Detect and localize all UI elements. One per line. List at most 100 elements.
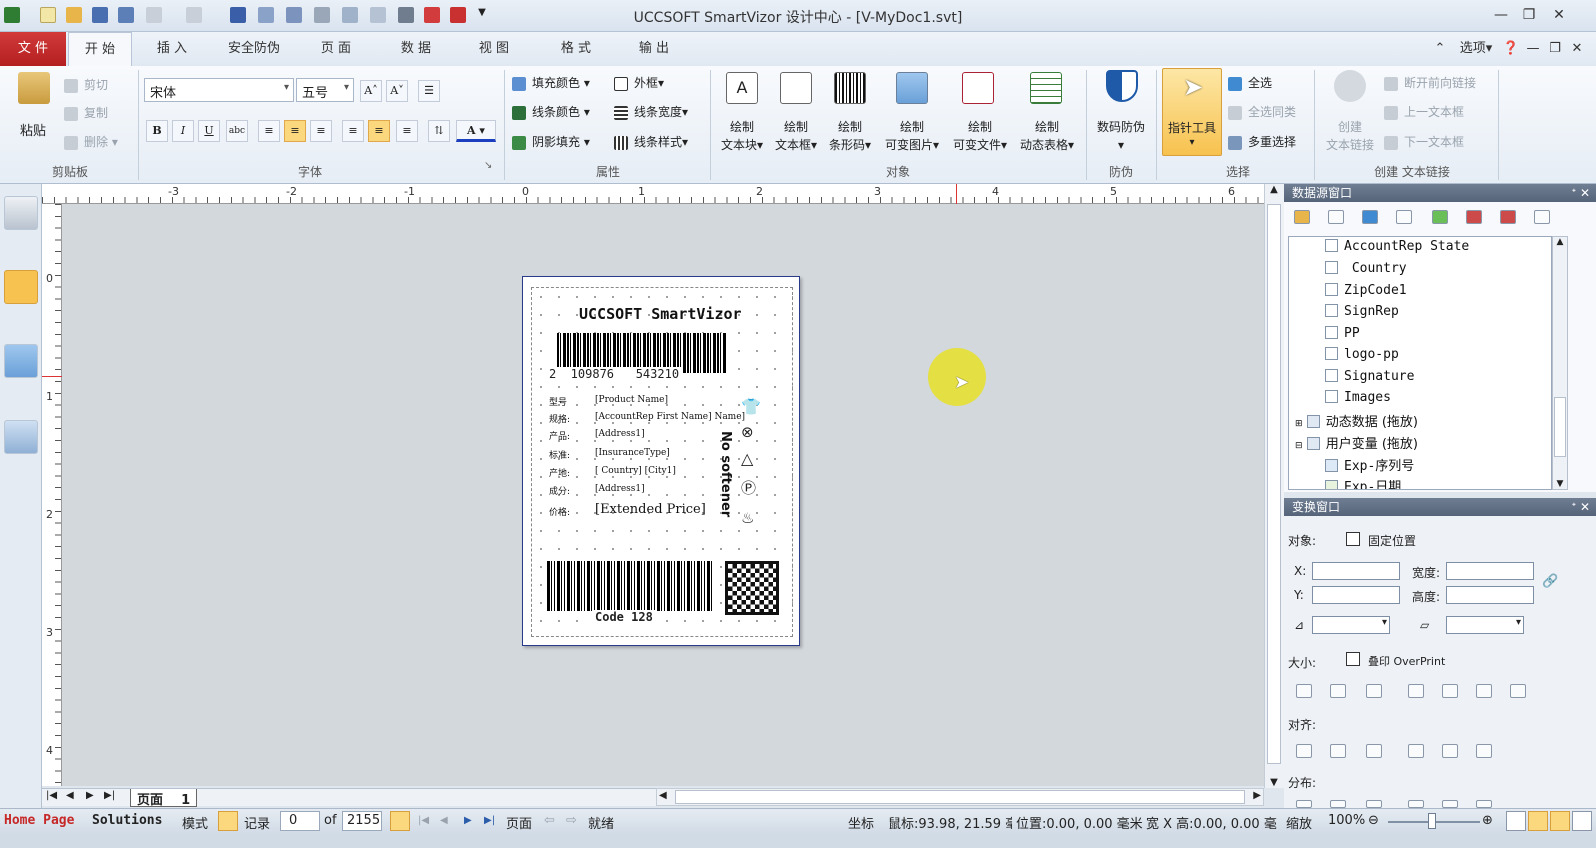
tree-item[interactable]: Exp-日期 [1325, 476, 1401, 489]
label-title[interactable]: UCCSOFT SmartVizor [579, 305, 742, 323]
tree-item[interactable]: PP [1325, 326, 1360, 341]
collapse-icon[interactable]: ⊟ [1295, 441, 1303, 451]
resize-width-icon[interactable] [1330, 684, 1346, 698]
resize-height-icon[interactable] [1366, 684, 1382, 698]
scroll-right-icon[interactable]: ▶ [1253, 790, 1261, 801]
field-value[interactable]: [ Country] [City1] [595, 466, 676, 476]
field-value[interactable]: [Address1] [595, 484, 645, 494]
field-value[interactable]: [InsuranceType] [595, 448, 670, 458]
line-style-button[interactable]: 线条样式▾ [614, 133, 688, 150]
align-vcenter-icon[interactable] [1442, 744, 1458, 758]
draw-file-button[interactable]: 绘制 可变文件▾ [946, 118, 1014, 154]
chart-icon[interactable] [1534, 210, 1550, 224]
valign-top-button[interactable]: ≡ [342, 120, 364, 142]
distribute-right-icon[interactable] [1366, 800, 1382, 808]
image-icon[interactable] [896, 72, 928, 104]
last-page-icon[interactable]: ▶| [104, 790, 115, 801]
options-menu[interactable]: 选项▾ [1452, 32, 1500, 66]
datasource-tree[interactable]: AccountRep State Country ZipCode1 SignRe… [1288, 236, 1552, 490]
distribute-left-icon[interactable] [1296, 800, 1312, 808]
draw-barcode-button[interactable]: 绘制 条形码▾ [824, 118, 876, 154]
pointer-tool-button[interactable]: ➤ 指针工具 ▾ [1162, 68, 1222, 156]
vertical-text[interactable]: No softener [717, 431, 733, 517]
line-spacing-button[interactable]: ⇅ [428, 120, 450, 142]
shadow-fill-button[interactable]: 阴影填充 ▾ [512, 133, 590, 150]
tab-data[interactable]: 数 据 [384, 32, 448, 66]
fill-color-button[interactable]: 填充颜色 ▾ [512, 74, 590, 91]
printer-icon[interactable] [4, 196, 38, 230]
strikethrough-button[interactable]: abc [226, 120, 248, 142]
tab-file[interactable]: 文 件 [0, 32, 66, 66]
line-color-button[interactable]: 线条颜色 ▾ [512, 103, 590, 120]
align-right-icon[interactable] [1366, 744, 1382, 758]
y-input[interactable] [1312, 586, 1400, 604]
homepage-link[interactable]: Home Page [4, 813, 74, 828]
file-icon[interactable] [962, 72, 994, 104]
textblock-icon[interactable]: A [726, 72, 758, 104]
next-record-icon[interactable]: ▶ [464, 815, 472, 826]
distribute-middle-icon[interactable] [1442, 800, 1458, 808]
sort-icon[interactable] [1396, 210, 1412, 224]
prev-textbox-button[interactable]: 上一文本框 [1384, 103, 1464, 120]
tree-item[interactable]: logo-pp [1325, 347, 1399, 362]
font-family-select[interactable]: 宋体 [144, 78, 294, 102]
filter-icon[interactable] [1362, 210, 1378, 224]
align-right-button[interactable]: ≡ [310, 120, 332, 142]
lock-ratio-icon[interactable]: 🔗 [1542, 574, 1558, 589]
multi-select-button[interactable]: 多重选择 [1228, 133, 1296, 150]
distribute-top-icon[interactable] [1408, 800, 1424, 808]
view-grid-icon[interactable] [1550, 811, 1570, 831]
view-ruler-icon[interactable] [1528, 811, 1548, 831]
scroll-thumb[interactable] [1554, 397, 1566, 457]
distribute-bottom-icon[interactable] [1476, 800, 1492, 808]
tree-item[interactable]: Exp-序列号 [1325, 455, 1414, 474]
first-record-icon[interactable]: |◀ [418, 815, 429, 826]
link-icon[interactable] [1334, 70, 1366, 102]
draw-textblock-button[interactable]: 绘制 文本块▾ [716, 118, 768, 154]
paste-button[interactable]: 粘贴 [20, 120, 46, 139]
equal-height-icon[interactable] [1510, 684, 1526, 698]
database-icon[interactable] [1294, 210, 1310, 224]
remove-field-icon[interactable] [1500, 210, 1516, 224]
table-icon[interactable] [1030, 72, 1062, 104]
tab-page[interactable]: 页 面 [304, 32, 368, 66]
align-left-button[interactable]: ≡ [258, 120, 280, 142]
cut-button[interactable]: 剪切 [64, 76, 108, 93]
align-top-icon[interactable] [1408, 744, 1424, 758]
scroll-thumb[interactable] [1267, 204, 1281, 764]
tree-item[interactable]: Signature [1325, 369, 1414, 384]
minimize-button[interactable]: — [1490, 5, 1512, 25]
page-mode-icon[interactable] [390, 811, 410, 831]
solutions-link[interactable]: Solutions [92, 813, 162, 828]
help-icon[interactable]: ❓ [1500, 32, 1522, 66]
space-h-icon[interactable] [1408, 684, 1424, 698]
scroll-up-icon[interactable]: ▲ [1553, 237, 1567, 247]
field-value[interactable]: [Address1] [595, 429, 645, 439]
list-button[interactable]: ☰ [418, 80, 440, 102]
align-bottom-icon[interactable] [1476, 744, 1492, 758]
draw-image-button[interactable]: 绘制 可变图片▾ [878, 118, 946, 154]
shrink-font-button[interactable]: A˅ [386, 80, 408, 102]
tab-output[interactable]: 输 出 [622, 32, 686, 66]
align-center-button[interactable]: ≡ [284, 120, 306, 142]
delete-button[interactable]: 删除 ▾ [64, 133, 118, 150]
ribbon-minimize-icon[interactable]: — [1522, 32, 1544, 66]
tree-item[interactable]: AccountRep State [1325, 239, 1469, 254]
grow-font-button[interactable]: A˄ [360, 80, 382, 102]
tree-node-dynamic[interactable]: ⊞ 动态数据 (拖放) [1295, 411, 1418, 430]
italic-button[interactable]: I [172, 120, 194, 142]
rotation-select[interactable]: ▾ [1312, 616, 1390, 634]
view-normal-icon[interactable] [1506, 811, 1526, 831]
valign-middle-button[interactable]: ≡ [368, 120, 390, 142]
last-record-icon[interactable]: ▶| [484, 815, 495, 826]
underline-button[interactable]: U [198, 120, 220, 142]
web-tool-icon[interactable] [4, 420, 38, 454]
textbox-icon[interactable] [780, 72, 812, 104]
tab-insert[interactable]: 插 入 [140, 32, 204, 66]
align-left-icon[interactable] [1296, 744, 1312, 758]
frame-button[interactable]: 外框▾ [614, 74, 664, 91]
font-color-button[interactable]: A ▾ [456, 120, 496, 142]
restore-button[interactable]: ❐ [1518, 5, 1540, 25]
zoom-slider-thumb[interactable] [1428, 813, 1436, 829]
qr-code[interactable] [725, 561, 779, 615]
